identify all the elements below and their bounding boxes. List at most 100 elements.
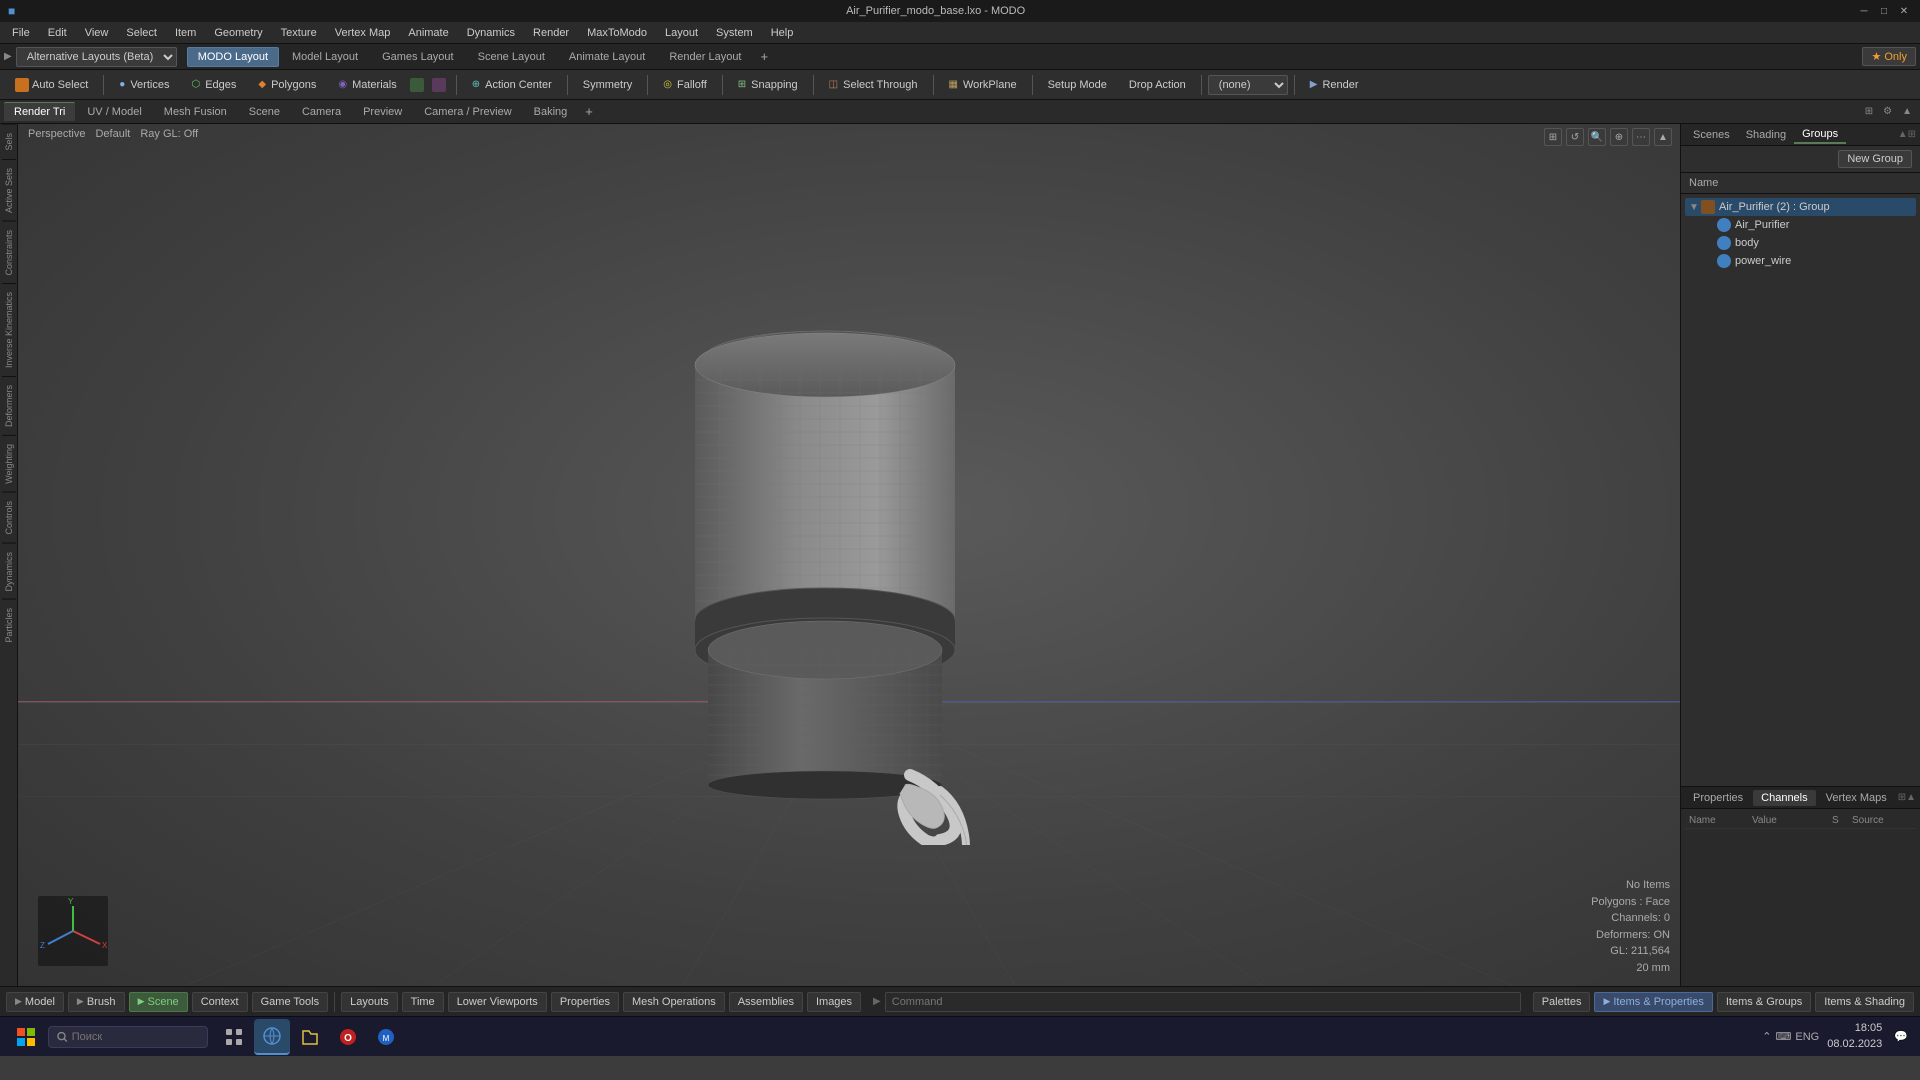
viewport-maximize-btn[interactable]: ▲ xyxy=(1898,104,1916,119)
sb-game-tools[interactable]: Game Tools xyxy=(252,992,329,1012)
edges-button[interactable]: ⬡ Edges xyxy=(182,75,245,95)
menu-texture[interactable]: Texture xyxy=(273,25,325,41)
taskbar-search-bar[interactable] xyxy=(48,1026,208,1048)
taskbar-icon-app2[interactable]: M xyxy=(368,1019,404,1055)
new-group-button[interactable]: New Group xyxy=(1838,150,1912,168)
render-button[interactable]: ▶ Render xyxy=(1301,75,1368,95)
rp-tab-groups[interactable]: Groups xyxy=(1794,126,1846,144)
minimize-button[interactable]: ─ xyxy=(1856,3,1872,19)
taskbar-icon-view[interactable] xyxy=(216,1019,252,1055)
vp-tab-preview[interactable]: Preview xyxy=(353,103,412,121)
menu-help[interactable]: Help xyxy=(763,25,802,41)
polygons-button[interactable]: ◆ Polygons xyxy=(249,75,325,95)
menu-layout[interactable]: Layout xyxy=(657,25,706,41)
vp-ctrl-3[interactable]: ⊕ xyxy=(1610,128,1628,146)
sb-items-properties[interactable]: ▶ Items & Properties xyxy=(1594,992,1712,1012)
vertices-button[interactable]: ● Vertices xyxy=(110,75,178,95)
sb-context[interactable]: Context xyxy=(192,992,248,1012)
layout-tab-render[interactable]: Render Layout xyxy=(658,47,752,67)
vp-tab-mesh-fusion[interactable]: Mesh Fusion xyxy=(154,103,237,121)
falloff-button[interactable]: ◎ Falloff xyxy=(654,75,716,95)
brp-tab-vertex-maps[interactable]: Vertex Maps xyxy=(1818,790,1895,806)
none-dropdown[interactable]: (none) xyxy=(1208,75,1288,95)
sb-assemblies[interactable]: Assemblies xyxy=(729,992,803,1012)
start-button[interactable] xyxy=(8,1019,44,1055)
sb-items-shading[interactable]: Items & Shading xyxy=(1815,992,1914,1012)
taskbar-icon-files[interactable] xyxy=(292,1019,328,1055)
sb-lower-viewports[interactable]: Lower Viewports xyxy=(448,992,547,1012)
sb-palettes[interactable]: Palettes xyxy=(1533,992,1591,1012)
vp-ctrl-2[interactable]: ↺ xyxy=(1566,128,1584,146)
vp-ctrl-zoom[interactable]: 🔍 xyxy=(1588,128,1606,146)
layout-dropdown[interactable]: Alternative Layouts (Beta) xyxy=(16,47,177,67)
vp-tab-baking[interactable]: Baking xyxy=(524,103,578,121)
close-button[interactable]: ✕ xyxy=(1896,3,1912,19)
vp-ctrl-4[interactable]: ⋯ xyxy=(1632,128,1650,146)
keyboard-icon[interactable]: ⌨ xyxy=(1776,1030,1792,1043)
action-center-button[interactable]: ⊕ Action Center xyxy=(463,75,561,95)
tree-item-power-wire[interactable]: power_wire xyxy=(1685,252,1916,270)
vp-ctrl-1[interactable]: ⊞ xyxy=(1544,128,1562,146)
left-tab-constraints[interactable]: Constraints xyxy=(2,221,16,284)
vp-ctrl-5[interactable]: ▲ xyxy=(1654,128,1672,146)
menu-dynamics[interactable]: Dynamics xyxy=(459,25,523,41)
menu-system[interactable]: System xyxy=(708,25,761,41)
rp-tab-scenes[interactable]: Scenes xyxy=(1685,127,1738,143)
materials-button[interactable]: ◉ Materials xyxy=(329,75,405,95)
sys-icon-1[interactable]: ⌃ xyxy=(1762,1030,1771,1043)
menu-edit[interactable]: Edit xyxy=(40,25,75,41)
window-controls[interactable]: ─ □ ✕ xyxy=(1856,3,1912,19)
left-tab-dynamics[interactable]: Dynamics xyxy=(2,543,16,600)
left-tab-deformers[interactable]: Deformers xyxy=(2,376,16,435)
left-tab-weighting[interactable]: Weighting xyxy=(2,435,16,492)
left-tab-particles[interactable]: Particles xyxy=(2,599,16,651)
viewport-settings-btn[interactable]: ⚙ xyxy=(1879,104,1896,119)
snapping-button[interactable]: ⊞ Snapping xyxy=(729,75,807,95)
tree-item-air-purifier-group[interactable]: ▼ Air_Purifier (2) : Group xyxy=(1685,198,1916,216)
menu-file[interactable]: File xyxy=(4,25,38,41)
setup-mode-button[interactable]: Setup Mode xyxy=(1039,75,1116,95)
vp-tab-add[interactable]: + xyxy=(579,102,599,121)
sb-mesh-operations[interactable]: Mesh Operations xyxy=(623,992,725,1012)
sb-brush[interactable]: ▶ Brush xyxy=(68,992,125,1012)
left-tab-controls[interactable]: Controls xyxy=(2,492,16,543)
viewport-expand-btn[interactable]: ⊞ xyxy=(1861,104,1877,119)
workplane-button[interactable]: ▦ WorkPlane xyxy=(940,75,1026,95)
menu-item[interactable]: Item xyxy=(167,25,204,41)
layout-tab-model[interactable]: Model Layout xyxy=(281,47,369,67)
layout-tab-scene[interactable]: Scene Layout xyxy=(467,47,556,67)
menu-vertexmap[interactable]: Vertex Map xyxy=(327,25,399,41)
menu-render[interactable]: Render xyxy=(525,25,577,41)
sb-images[interactable]: Images xyxy=(807,992,861,1012)
vp-tab-uv-model[interactable]: UV / Model xyxy=(77,103,151,121)
left-tab-active-sets[interactable]: Active Sets xyxy=(2,159,16,221)
sb-properties[interactable]: Properties xyxy=(551,992,619,1012)
viewport[interactable]: X Y Z Perspective Default Ray GL: Off ⊞ … xyxy=(18,124,1680,986)
vp-tab-camera[interactable]: Camera xyxy=(292,103,351,121)
left-tab-ik[interactable]: Inverse Kinematics xyxy=(2,283,16,376)
menu-maxtomodo[interactable]: MaxToModo xyxy=(579,25,655,41)
sb-layouts[interactable]: Layouts xyxy=(341,992,398,1012)
tree-item-body[interactable]: body xyxy=(1685,234,1916,252)
menu-animate[interactable]: Animate xyxy=(400,25,456,41)
auto-select-button[interactable]: Auto Select xyxy=(6,74,97,96)
tree-item-air-purifier[interactable]: Air_Purifier xyxy=(1685,216,1916,234)
drop-action-button[interactable]: Drop Action xyxy=(1120,75,1195,95)
vp-tab-cam-preview[interactable]: Camera / Preview xyxy=(414,103,521,121)
sb-time[interactable]: Time xyxy=(402,992,444,1012)
sb-model[interactable]: ▶ Model xyxy=(6,992,64,1012)
brp-expand-btn[interactable]: ⊞▲ xyxy=(1898,792,1916,803)
select-through-button[interactable]: ◫ Select Through xyxy=(820,75,927,95)
layout-tab-modo[interactable]: MODO Layout xyxy=(187,47,279,67)
layout-add-button[interactable]: + xyxy=(755,47,775,66)
notification-btn[interactable]: 💬 xyxy=(1890,1026,1912,1047)
sb-scene[interactable]: ▶ Scene xyxy=(129,992,188,1012)
rp-expand-btn[interactable]: ▲⊞ xyxy=(1898,129,1916,140)
vp-tab-scene[interactable]: Scene xyxy=(239,103,290,121)
taskbar-icon-browser[interactable] xyxy=(254,1019,290,1055)
rp-tab-shading[interactable]: Shading xyxy=(1738,127,1794,143)
taskbar-icon-app1[interactable]: O xyxy=(330,1019,366,1055)
menu-geometry[interactable]: Geometry xyxy=(206,25,270,41)
menu-select[interactable]: Select xyxy=(118,25,165,41)
vp-tab-render-tri[interactable]: Render Tri xyxy=(4,102,75,121)
